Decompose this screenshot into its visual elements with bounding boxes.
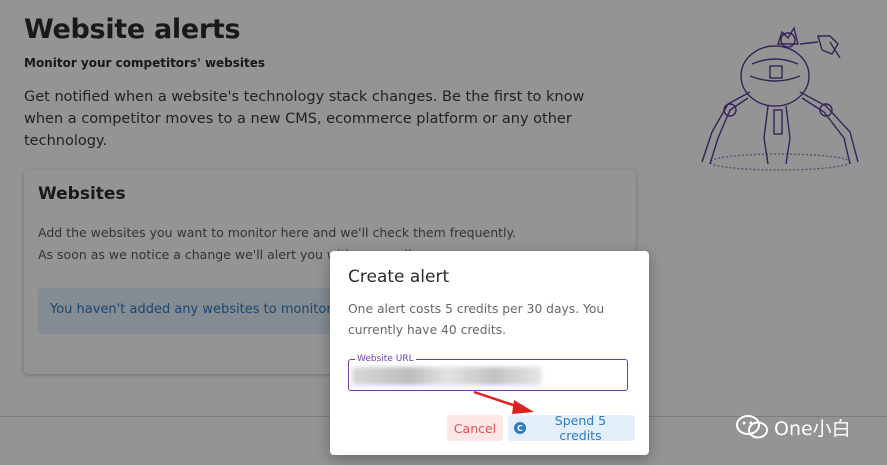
modal-title: Create alert (348, 267, 450, 287)
url-field-label: Website URL (355, 354, 416, 364)
wechat-icon (736, 415, 768, 439)
spend-credits-button[interactable]: C Spend 5 credits (508, 413, 635, 443)
cancel-button[interactable]: Cancel (447, 415, 503, 441)
watermark: One小白 (736, 412, 851, 442)
red-arrow-annotation (473, 390, 534, 414)
watermark-text: One小白 (774, 417, 851, 440)
spend-credits-label: Spend 5 credits (554, 413, 607, 443)
modal-description: One alert costs 5 credits per 30 days. Y… (348, 302, 605, 337)
create-alert-modal: Create alert One alert costs 5 credits p… (330, 251, 649, 455)
credit-coin-icon: C (514, 422, 526, 434)
redacted-url-blur (352, 367, 542, 385)
